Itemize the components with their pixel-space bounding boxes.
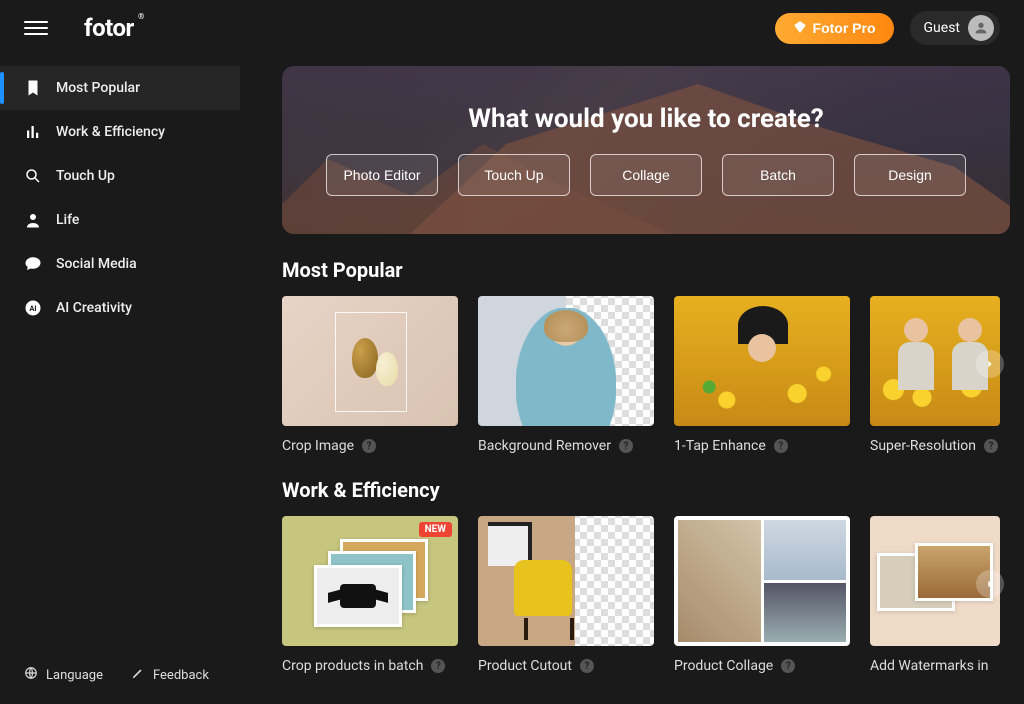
language-label: Language — [46, 668, 103, 683]
card-thumb — [674, 516, 850, 646]
person-icon — [24, 211, 42, 229]
avatar-icon — [968, 15, 994, 41]
guest-label: Guest — [924, 20, 960, 36]
card-label: Product Cutout ? — [478, 658, 654, 674]
card-label-text: Super-Resolution — [870, 438, 976, 454]
diamond-icon — [793, 20, 807, 37]
sidebar-item-label: Social Media — [56, 256, 137, 272]
section-title-most-popular: Most Popular — [282, 258, 1024, 282]
guest-account-button[interactable]: Guest — [910, 11, 1000, 45]
fotor-pro-button[interactable]: Fotor Pro — [775, 13, 894, 44]
card-crop-products-batch[interactable]: NEW Crop products in batch ? — [282, 516, 458, 674]
help-icon[interactable]: ? — [362, 439, 376, 453]
sidebar-item-label: Life — [56, 212, 79, 228]
card-row-most-popular: Crop Image ? Background Remover ? 1-Tap … — [282, 296, 1024, 454]
card-thumb — [282, 296, 458, 426]
card-label-text: Product Collage — [674, 658, 773, 674]
card-label-text: 1-Tap Enhance — [674, 438, 766, 454]
bookmark-icon — [24, 79, 42, 97]
card-label: Crop Image ? — [282, 438, 458, 454]
help-icon[interactable]: ? — [619, 439, 633, 453]
help-icon[interactable]: ? — [781, 659, 795, 673]
card-label-text: Background Remover — [478, 438, 611, 454]
svg-text:AI: AI — [29, 304, 36, 313]
hero-title: What would you like to create? — [468, 104, 823, 134]
hero-btn-photo-editor[interactable]: Photo Editor — [326, 154, 438, 196]
help-icon[interactable]: ? — [580, 659, 594, 673]
card-label: Product Collage ? — [674, 658, 850, 674]
help-icon[interactable]: ? — [774, 439, 788, 453]
pro-button-label: Fotor Pro — [813, 20, 876, 36]
section-title-work-efficiency: Work & Efficiency — [282, 478, 1024, 502]
hero-btn-batch[interactable]: Batch — [722, 154, 834, 196]
feedback-label: Feedback — [153, 668, 209, 683]
card-row-work-efficiency: NEW Crop products in batch ? Product Cut… — [282, 516, 1024, 674]
scroll-right-button[interactable] — [976, 350, 1004, 378]
card-label: Super-Resolution ? — [870, 438, 1000, 454]
scroll-right-button[interactable] — [976, 570, 1004, 598]
card-label: Background Remover ? — [478, 438, 654, 454]
sidebar-item-label: Work & Efficiency — [56, 124, 165, 140]
card-background-remover[interactable]: Background Remover ? — [478, 296, 654, 454]
sidebar-item-work-efficiency[interactable]: Work & Efficiency — [0, 110, 240, 154]
sidebar-nav: Most Popular Work & Efficiency Touch Up … — [0, 56, 240, 704]
hero-banner: What would you like to create? Photo Edi… — [282, 66, 1010, 234]
ai-icon: AI — [24, 299, 42, 317]
pencil-icon — [131, 666, 145, 684]
help-icon[interactable]: ? — [431, 659, 445, 673]
card-crop-image[interactable]: Crop Image ? — [282, 296, 458, 454]
card-label: Add Watermarks in — [870, 658, 1000, 674]
card-thumb — [478, 516, 654, 646]
sidebar-item-most-popular[interactable]: Most Popular — [0, 66, 240, 110]
card-product-collage[interactable]: Product Collage ? — [674, 516, 850, 674]
hamburger-menu-button[interactable] — [24, 16, 48, 40]
card-label-text: Crop products in batch — [282, 658, 423, 674]
card-thumb — [674, 296, 850, 426]
language-button[interactable]: Language — [24, 666, 103, 684]
card-label-text: Crop Image — [282, 438, 354, 454]
hero-btn-design[interactable]: Design — [854, 154, 966, 196]
card-thumb: NEW — [282, 516, 458, 646]
help-icon[interactable]: ? — [984, 439, 998, 453]
hero-btn-touch-up[interactable]: Touch Up — [458, 154, 570, 196]
card-label-text: Product Cutout — [478, 658, 572, 674]
bars-icon — [24, 123, 42, 141]
hero-btn-collage[interactable]: Collage — [590, 154, 702, 196]
card-thumb — [478, 296, 654, 426]
header-right: Fotor Pro Guest — [775, 11, 1000, 45]
sidebar-item-touch-up[interactable]: Touch Up — [0, 154, 240, 198]
main-content: What would you like to create? Photo Edi… — [282, 56, 1024, 704]
card-1tap-enhance[interactable]: 1-Tap Enhance ? — [674, 296, 850, 454]
sidebar-item-social-media[interactable]: Social Media — [0, 242, 240, 286]
card-label-text: Add Watermarks in — [870, 658, 989, 674]
card-product-cutout[interactable]: Product Cutout ? — [478, 516, 654, 674]
chat-icon — [24, 255, 42, 273]
sidebar-item-life[interactable]: Life — [0, 198, 240, 242]
dial-icon — [24, 167, 42, 185]
sidebar-item-label: Most Popular — [56, 80, 140, 96]
app-header: fotor Fotor Pro Guest — [0, 0, 1024, 56]
sidebar-bottom: Language Feedback — [0, 656, 240, 694]
sidebar-item-ai-creativity[interactable]: AI AI Creativity — [0, 286, 240, 330]
app-logo[interactable]: fotor — [84, 14, 134, 42]
card-label: Crop products in batch ? — [282, 658, 458, 674]
sidebar-item-label: Touch Up — [56, 168, 115, 184]
hero-button-row: Photo Editor Touch Up Collage Batch Desi… — [326, 154, 966, 196]
feedback-button[interactable]: Feedback — [131, 666, 209, 684]
card-label: 1-Tap Enhance ? — [674, 438, 850, 454]
globe-icon — [24, 666, 38, 684]
sidebar-item-label: AI Creativity — [56, 300, 132, 316]
